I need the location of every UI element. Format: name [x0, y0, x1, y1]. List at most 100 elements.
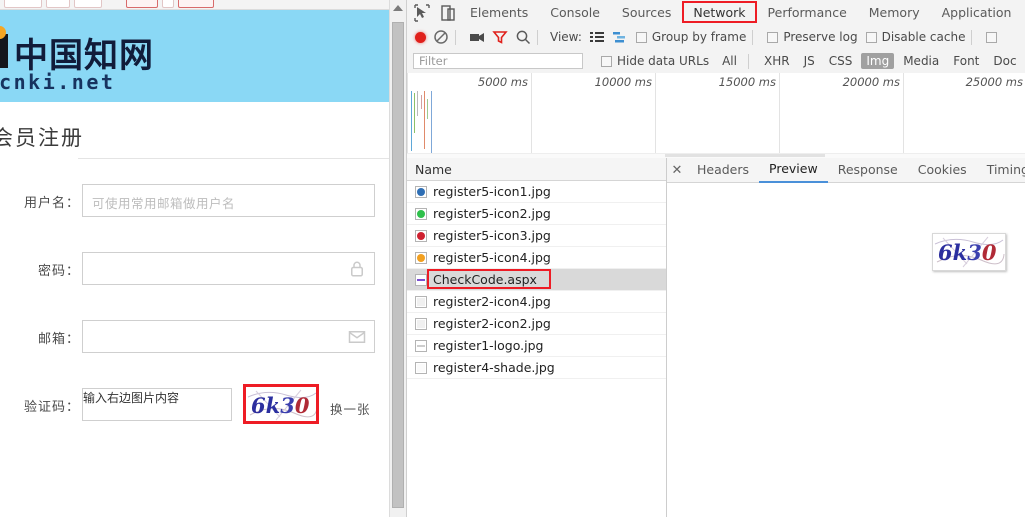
- thumb-blob: [417, 187, 425, 196]
- overview-request-bar: [411, 91, 412, 151]
- request-list-header[interactable]: Name: [407, 158, 666, 181]
- device-toolbar-icon[interactable]: [437, 2, 459, 24]
- thumb-blob: [417, 297, 425, 306]
- toolbar-chip: [46, 0, 70, 8]
- logo-bar-icon: [0, 34, 8, 68]
- username-placeholder: 可使用常用邮箱做用户名: [92, 196, 236, 211]
- request-name: register2-icon2.jpg: [433, 316, 551, 331]
- overview-tick-5000: 5000 ms: [478, 73, 532, 158]
- search-icon[interactable]: [515, 29, 531, 45]
- captcha-image[interactable]: 6k30: [245, 386, 319, 424]
- thumb-blob: [417, 231, 425, 240]
- detail-tab-response[interactable]: Response: [828, 158, 908, 182]
- request-row-register5-icon3[interactable]: register5-icon3.jpg: [407, 225, 666, 247]
- title-divider: [78, 158, 389, 159]
- record-icon[interactable]: [415, 31, 426, 43]
- preview-captcha-image[interactable]: 6k30: [932, 233, 1006, 271]
- type-filter-js[interactable]: JS: [799, 53, 820, 69]
- request-row-register5-icon1[interactable]: register5-icon1.jpg: [407, 181, 666, 203]
- type-filter-all[interactable]: All: [717, 53, 742, 69]
- detail-tab-timing[interactable]: Timing: [977, 158, 1025, 182]
- filter-input[interactable]: Filter: [413, 53, 583, 69]
- disable-cache-checkbox[interactable]: [865, 31, 877, 43]
- captcha-refresh-link[interactable]: 换一张: [330, 399, 371, 418]
- overview-tick-20000: 20000 ms: [843, 73, 904, 158]
- hide-data-urls-label[interactable]: Hide data URLs: [617, 54, 709, 68]
- scroll-up-arrow-icon[interactable]: [393, 5, 403, 11]
- request-row-register4-shade[interactable]: register4-shade.jpg: [407, 357, 666, 379]
- image-thumb-icon: [415, 317, 427, 330]
- image-thumb-icon: [415, 295, 427, 308]
- preserve-log-label[interactable]: Preserve log: [783, 30, 857, 44]
- request-row-register5-icon2[interactable]: register5-icon2.jpg: [407, 203, 666, 225]
- username-input[interactable]: 可使用常用邮箱做用户名: [82, 184, 375, 217]
- registration-form: 会员注册 用户名： 可使用常用邮箱做用户名 密码： 邮箱： 验证码： 输入右边图…: [0, 102, 389, 517]
- preserve-log-checkbox[interactable]: [767, 31, 779, 43]
- hide-data-urls-checkbox[interactable]: [601, 55, 612, 67]
- waterfall-view-icon[interactable]: [612, 29, 628, 45]
- type-filter-media[interactable]: Media: [898, 53, 944, 69]
- tab-memory[interactable]: Memory: [858, 0, 931, 25]
- captcha-input[interactable]: 输入右边图片内容: [82, 388, 232, 421]
- request-name: register5-icon3.jpg: [433, 228, 551, 243]
- preview-captcha-code: 6k30: [938, 240, 997, 265]
- overview-tick-label: 20000 ms: [842, 75, 900, 89]
- image-thumb-icon: [415, 361, 427, 374]
- offline-checkbox[interactable]: [986, 31, 998, 43]
- overview-tick-label: 10000 ms: [594, 75, 652, 89]
- camera-icon[interactable]: [469, 29, 485, 45]
- toolbar-separator: [537, 29, 538, 45]
- disable-cache-label[interactable]: Disable cache: [882, 30, 966, 44]
- page-scrollbar[interactable]: [389, 0, 406, 517]
- clear-icon[interactable]: [433, 29, 449, 45]
- group-by-frame-checkbox[interactable]: [635, 31, 647, 43]
- overview-request-bar: [414, 93, 415, 133]
- detail-tab-cookies[interactable]: Cookies: [908, 158, 977, 182]
- overview-tick-label: 5000 ms: [477, 75, 528, 89]
- type-filter-img[interactable]: Img: [861, 53, 895, 69]
- toolbar-separator: [455, 29, 456, 45]
- request-row-register1-logo[interactable]: register1-logo.jpg: [407, 335, 666, 357]
- detail-tabbar: ✕ Headers Preview Response Cookies Timin…: [667, 158, 1025, 183]
- thumb-blob: [417, 319, 425, 328]
- tab-sources[interactable]: Sources: [611, 0, 682, 25]
- password-input[interactable]: [82, 252, 375, 285]
- overview-gridline: [407, 73, 408, 158]
- request-list: Name register5-icon1.jpg register5-icon2…: [407, 158, 667, 517]
- group-by-frame-label[interactable]: Group by frame: [652, 30, 746, 44]
- funnel-icon[interactable]: [492, 29, 508, 45]
- request-row-register5-icon4[interactable]: register5-icon4.jpg: [407, 247, 666, 269]
- network-toolbar: View: Group by frame Preserve log Disabl…: [407, 25, 1025, 50]
- form-row-password: 密码：: [0, 248, 389, 292]
- logo-brand-url: w.cnki.net: [0, 70, 116, 94]
- preview-body: 6k30: [667, 183, 1025, 517]
- type-filter-font[interactable]: Font: [948, 53, 984, 69]
- request-name: register5-icon1.jpg: [433, 184, 551, 199]
- tab-performance[interactable]: Performance: [757, 0, 858, 25]
- request-row-checkcode[interactable]: CheckCode.aspx: [407, 269, 666, 291]
- inspect-element-icon[interactable]: [411, 2, 433, 24]
- tab-elements[interactable]: Elements: [459, 0, 539, 25]
- tab-console[interactable]: Console: [539, 0, 611, 25]
- overview-request-bar: [431, 91, 432, 153]
- column-header-name: Name: [415, 161, 452, 177]
- tab-network[interactable]: Network: [682, 0, 757, 25]
- type-filter-css[interactable]: CSS: [824, 53, 858, 69]
- close-icon[interactable]: ✕: [667, 163, 687, 178]
- type-filter-doc[interactable]: Doc: [988, 53, 1021, 69]
- request-row-register2-icon2[interactable]: register2-icon2.jpg: [407, 313, 666, 335]
- list-view-icon[interactable]: [589, 29, 605, 45]
- request-name: register5-icon2.jpg: [433, 206, 551, 221]
- type-filter-xhr[interactable]: XHR: [759, 53, 795, 69]
- detail-tab-headers[interactable]: Headers: [687, 158, 759, 182]
- thumb-blob: [417, 344, 425, 347]
- detail-tab-preview[interactable]: Preview: [759, 157, 828, 183]
- email-input[interactable]: [82, 320, 375, 353]
- network-overview-timeline[interactable]: 5000 ms 10000 ms 15000 ms 20000 ms 25000…: [407, 73, 1025, 159]
- email-label: 邮箱：: [37, 332, 80, 347]
- scrollbar-thumb[interactable]: [392, 22, 404, 508]
- request-row-register2-icon4[interactable]: register2-icon4.jpg: [407, 291, 666, 313]
- image-thumb-icon: [415, 185, 427, 198]
- tab-application[interactable]: Application: [931, 0, 1023, 25]
- screenshot-root: 中国知网 w.cnki.net 会员注册 用户名： 可使用常用邮箱做用户名 密码…: [0, 0, 1025, 517]
